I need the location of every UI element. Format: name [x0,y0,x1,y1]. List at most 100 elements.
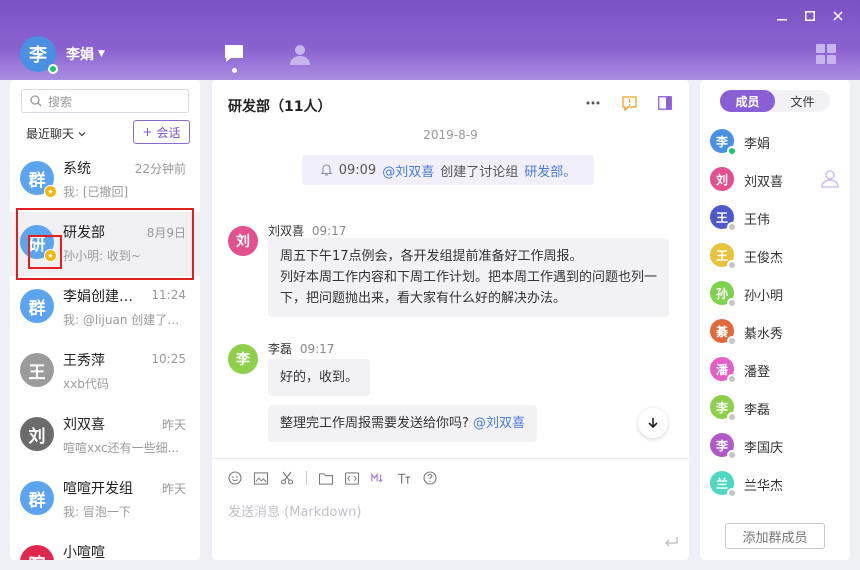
contacts-icon [290,45,310,65]
date-divider: 2019-8-9 [423,128,478,142]
status-dot [727,298,737,308]
message-input[interactable]: 发送消息 (Markdown) [228,501,361,520]
member-name: 兰华杰 [744,479,784,494]
conversation-avatar: 群 [20,289,54,323]
close-icon [833,11,843,21]
scissors-icon [280,471,294,485]
enter-icon [665,537,678,547]
member-item[interactable]: 李 李娟 [710,126,840,164]
notice-mention[interactable]: @刘双喜 [382,161,434,180]
member-item[interactable]: 王 王伟 [710,202,840,240]
member-avatar: 王 [710,205,737,232]
conversation-item[interactable]: 喧 小喧喧 [10,532,200,560]
member-avatar: 王 [710,243,737,270]
tab-files[interactable]: 文件 [775,90,830,112]
status-dot [727,146,737,156]
notice-button[interactable] [621,95,637,111]
emoji-icon [228,471,242,485]
search-input[interactable]: 搜索 [21,89,189,113]
message-line: 列好本周工作内容和下周工作计划。把本周工作遇到的问题也列一 [280,270,658,285]
text-format-icon [397,473,411,484]
conversation-time: 昨天 [161,482,186,496]
tab-members[interactable]: 成员 [720,90,775,112]
apps-button[interactable] [816,44,836,64]
notice-group-link[interactable]: 研发部。 [524,161,576,180]
conversation-item-active[interactable]: 研 ★ 研发部 8月9日 孙小明: 收到~ [10,212,200,276]
conversation-item[interactable]: 群 喧喧开发组 昨天 我: 冒泡一下 [10,468,200,532]
status-dot [727,222,737,232]
avatar-text: 刘 [236,234,250,250]
nav-chats-tab[interactable] [222,42,248,73]
close-button[interactable] [828,6,848,26]
member-item[interactable]: 綦 綦水秀 [710,316,840,354]
minimize-icon [777,19,787,21]
member-item[interactable]: 李 李磊 [710,392,840,430]
markdown-button[interactable] [371,471,385,485]
avatar-text: 李 [715,438,728,453]
message-meta: 刘双喜 09:17 [268,222,346,239]
member-item[interactable]: 潘 潘登 [710,354,840,392]
conversation-item[interactable]: 群 李娟创建的... 11:24 我: @lijuan 创建了讨... [10,276,200,340]
online-status-dot [48,64,58,74]
member-name: 王俊杰 [744,251,784,266]
avatar-text: 潘 [715,362,728,377]
minimize-button[interactable] [772,6,792,26]
conversation-preview: 孙小明: 收到~ [63,249,141,263]
user-avatar[interactable]: 李 [20,36,58,74]
screenshot-button[interactable] [280,471,294,485]
scroll-to-bottom-button[interactable] [638,408,668,438]
chat-header: 研发部（11人） [212,80,689,126]
new-session-button[interactable]: + 会话 [133,120,190,144]
send-button[interactable] [663,534,679,550]
member-item[interactable]: 李 李国庆 [710,430,840,468]
message-line: 周五下午17点例会，各开发组提前准备好工作周报。 [280,249,583,264]
message-time: 09:17 [311,224,347,238]
more-button[interactable] [585,95,601,111]
member-item[interactable]: 孙 孙小明 [710,278,840,316]
grid-icon [816,44,836,64]
message-avatar[interactable]: 李 [228,344,258,374]
nav-contacts-tab[interactable] [288,42,312,66]
user-menu[interactable]: 李娟 ▼ [66,44,105,64]
message-mention[interactable]: @刘双喜 [473,416,525,431]
conversation-time: 8月9日 [146,226,186,240]
code-button[interactable] [345,471,359,485]
member-item[interactable]: 兰 兰华杰 [710,468,840,506]
text-format-button[interactable] [397,471,411,485]
recent-chats-dropdown[interactable]: 最近聊天 [26,125,86,142]
toggle-sidebar-button[interactable] [657,95,673,111]
conversation-name: 系统 [63,161,91,177]
message-sender[interactable]: 刘双喜 [268,224,304,238]
member-name: 刘双喜 [744,175,784,190]
composer-toolbar [228,471,437,485]
conversation-item[interactable]: 群 ★ 系统 22分钟前 我: [已撤回] [10,148,200,212]
bell-icon [320,163,332,176]
conversation-preview: 我: 冒泡一下 [63,505,131,519]
avatar-text: 孙 [715,286,728,301]
message-meta: 李磊 09:17 [268,340,334,357]
message-line: 下，把问题抛出来，看大家有什么好的解决办法。 [280,291,567,306]
notice-time: 09:09 [338,162,377,178]
conversation-item[interactable]: 王 王秀萍 10:25 xxb代码 [10,340,200,404]
conversation-name: 研发部 [63,225,105,241]
status-dot [727,412,737,422]
add-member-button[interactable]: 添加群成员 [725,523,825,549]
status-dot [727,488,737,498]
emoji-button[interactable] [228,471,242,485]
message-sender[interactable]: 李磊 [268,342,292,356]
help-button[interactable] [423,471,437,485]
member-item[interactable]: 刘 刘双喜 [710,164,840,202]
avatar-text: 刘 [28,426,46,447]
member-item[interactable]: 王 王俊杰 [710,240,840,278]
conversation-avatar: 群 [20,481,54,515]
message-bubble: 周五下午17点例会，各开发组提前准备好工作周报。 列好本周工作内容和下周工作计划… [268,238,670,317]
maximize-button[interactable] [800,6,820,26]
message-avatar[interactable]: 刘 [228,226,258,256]
conversation-time: 昨天 [161,418,186,432]
file-button[interactable] [319,471,333,485]
message-bubble: 好的，收到。 [268,359,371,396]
folder-icon [319,472,333,485]
conversation-name: 王秀萍 [63,353,105,369]
conversation-item[interactable]: 刘 刘双喜 昨天 喧喧xxc还有一些细... [10,404,200,468]
image-button[interactable] [254,471,268,485]
